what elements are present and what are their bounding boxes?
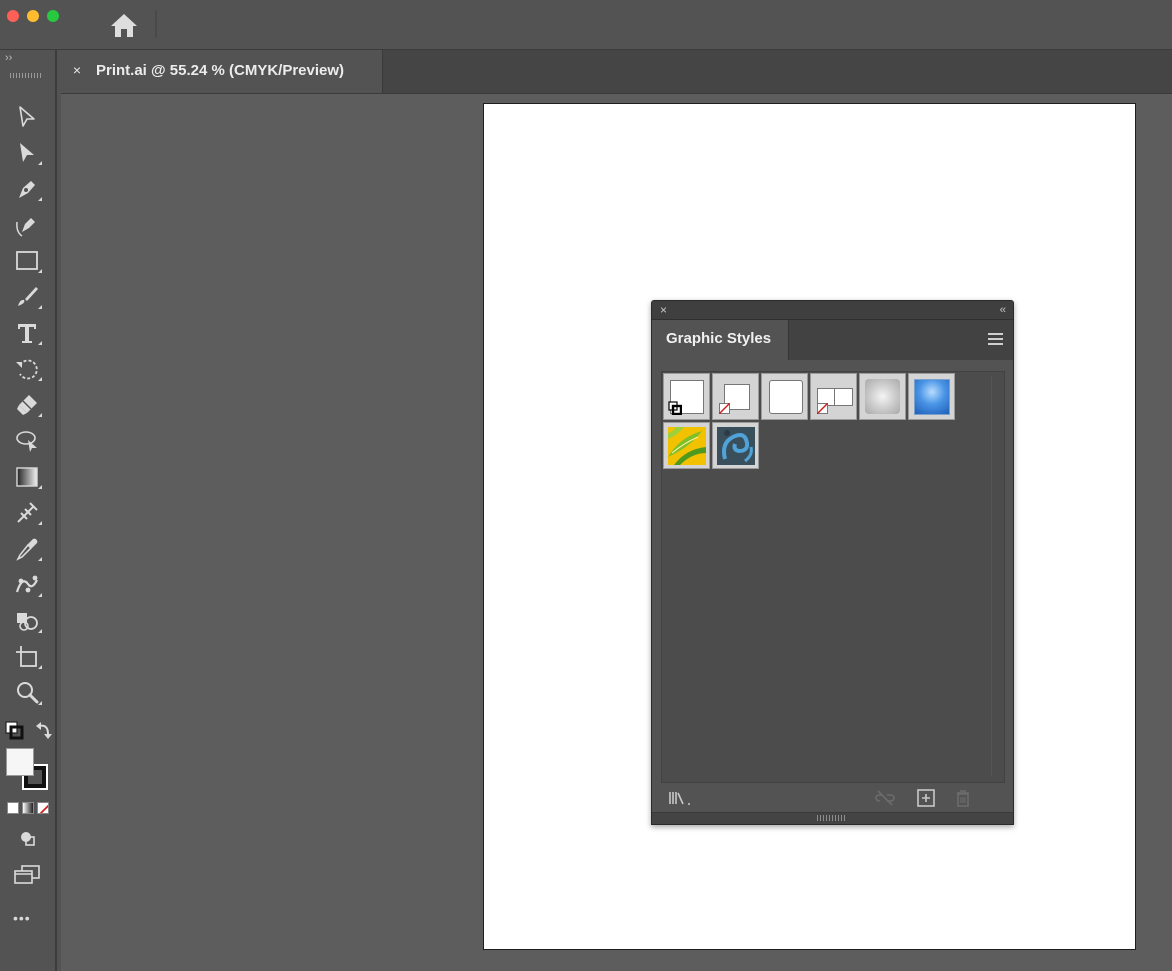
scrollbar[interactable] — [991, 376, 1002, 776]
gradient-tool-icon[interactable] — [10, 461, 44, 491]
blue-swirl-pattern-style-swatch[interactable] — [712, 422, 759, 469]
tools-panel: ›› ••• — [0, 50, 57, 971]
lasso-select-tool-icon[interactable] — [10, 425, 44, 455]
fill-stroke-indicator[interactable] — [4, 746, 52, 794]
document-tab-bar: × Print.ai @ 55.24 % (CMYK/Preview) — [61, 50, 1172, 94]
panel-resize-handle[interactable] — [652, 812, 1013, 824]
draw-mode-icon[interactable] — [18, 829, 38, 849]
color-mode-button[interactable] — [7, 802, 19, 814]
panel-close-icon[interactable]: × — [660, 303, 667, 317]
close-tab-icon[interactable]: × — [70, 63, 84, 77]
swap-fill-stroke-icon[interactable] — [34, 720, 54, 740]
default-graphic-style-swatch[interactable] — [663, 373, 710, 420]
artboard-tool-icon[interactable] — [10, 641, 44, 671]
graphic-styles-panel: × ‹‹ Graphic Styles — [651, 300, 1014, 825]
screen-mode-icon[interactable] — [12, 864, 42, 886]
curvature-tool-icon[interactable] — [10, 209, 44, 239]
eraser-tool-icon[interactable] — [10, 389, 44, 419]
zoom-tool-icon[interactable] — [10, 677, 44, 707]
color-mode-buttons — [7, 802, 51, 816]
edit-toolbar-button[interactable]: ••• — [13, 910, 31, 926]
graphic-styles-libraries-icon[interactable] — [668, 789, 690, 807]
none-mode-button[interactable] — [37, 802, 49, 814]
pen-tool-icon[interactable] — [10, 173, 44, 203]
fill-swatch[interactable] — [6, 748, 34, 776]
soft-shadow-style-swatch[interactable] — [859, 373, 906, 420]
default-no-fill-style-swatch[interactable] — [761, 373, 808, 420]
window-maximize-button[interactable] — [47, 10, 59, 22]
break-link-icon[interactable] — [874, 789, 896, 807]
panel-footer — [652, 784, 1013, 812]
rectangle-tool-icon[interactable] — [10, 245, 44, 275]
rotate-tool-icon[interactable] — [10, 353, 44, 383]
type-tool-icon[interactable] — [10, 317, 44, 347]
panel-tab-label: Graphic Styles — [666, 330, 772, 347]
panel-tab-strip: Graphic Styles — [652, 320, 1013, 360]
basic-text-style-swatch[interactable] — [712, 373, 759, 420]
window-close-button[interactable] — [7, 10, 19, 22]
window-minimize-button[interactable] — [27, 10, 39, 22]
document-tab[interactable]: × Print.ai @ 55.24 % (CMYK/Preview) — [61, 50, 383, 93]
panel-collapse-icon[interactable]: ‹‹ — [1000, 303, 1006, 317]
blue-gradient-style-swatch[interactable] — [908, 373, 955, 420]
graphic-styles-list[interactable] — [661, 371, 1005, 783]
eyedropper-tool-icon[interactable] — [10, 533, 44, 563]
default-fill-stroke-icon[interactable] — [4, 720, 24, 740]
home-icon[interactable] — [110, 12, 138, 38]
no-fill-stroke-style-swatch[interactable] — [810, 373, 857, 420]
title-bar-divider — [155, 10, 157, 38]
puppet-warp-tool-icon[interactable] — [10, 569, 44, 599]
panel-menu-icon[interactable] — [988, 333, 1003, 345]
toolbar-grip[interactable] — [10, 73, 42, 78]
shape-builder-tool-icon[interactable] — [10, 605, 44, 635]
yellow-leaf-pattern-style-swatch[interactable] — [663, 422, 710, 469]
new-graphic-style-icon[interactable] — [916, 789, 938, 807]
panel-header[interactable]: × ‹‹ — [652, 301, 1013, 320]
gradient-mode-button[interactable] — [22, 802, 34, 814]
selection-tool-icon[interactable] — [10, 101, 44, 131]
document-tab-title: Print.ai @ 55.24 % (CMYK/Preview) — [96, 62, 345, 79]
delete-graphic-style-icon[interactable] — [954, 789, 976, 807]
tab-graphic-styles[interactable]: Graphic Styles — [652, 320, 789, 360]
direct-selection-tool-icon[interactable] — [10, 137, 44, 167]
width-tool-icon[interactable] — [10, 497, 44, 527]
title-bar — [0, 0, 1172, 50]
paintbrush-tool-icon[interactable] — [10, 281, 44, 311]
toolbar-collapse-button[interactable]: ›› — [5, 52, 12, 64]
